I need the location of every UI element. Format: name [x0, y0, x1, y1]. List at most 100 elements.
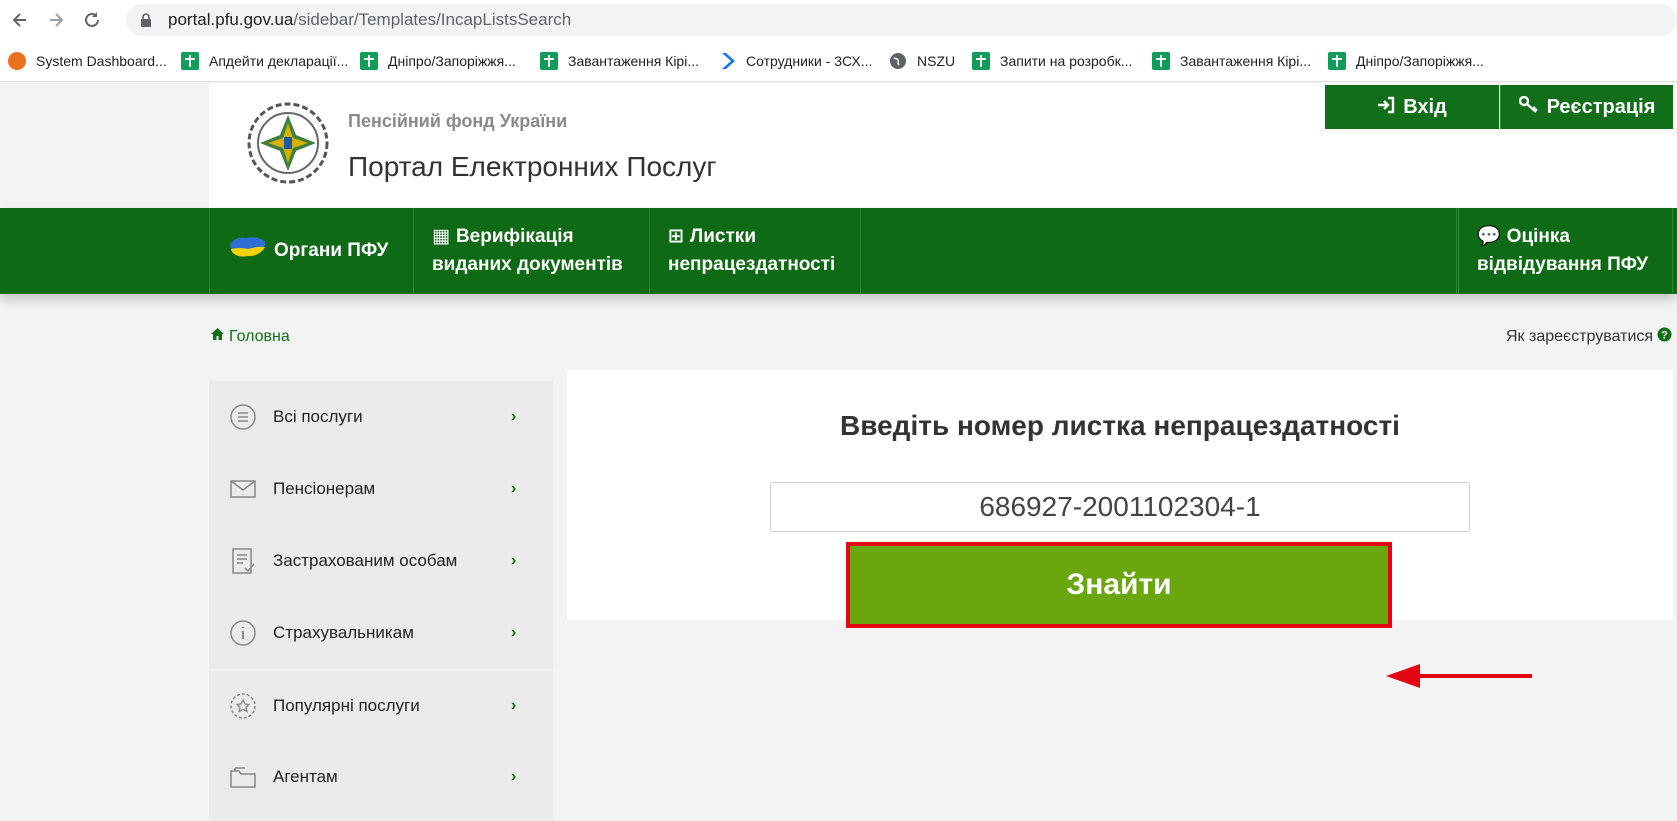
nav-label-line2: непрацездатності: [668, 254, 836, 275]
nav-label-line2: відвідування ПФУ: [1477, 254, 1649, 275]
how-register-label: Як зареєструватися: [1506, 328, 1654, 345]
bookmark-label: Завантаження Кірі...: [568, 53, 699, 69]
sheets-plus-icon: [1152, 52, 1170, 70]
sheets-plus-icon: [181, 52, 199, 70]
sidebar-item-label: Популярні послуги: [273, 696, 420, 715]
nav-label-line2: виданих документів: [432, 254, 623, 275]
bookmark-item[interactable]: Сотрудники - 3СХ...: [718, 50, 872, 72]
url-text: portal.pfu.gov.ua/sidebar/Templates/Inca…: [168, 10, 571, 30]
chevron-right-icon: ›: [511, 768, 517, 785]
reload-icon: [85, 12, 99, 27]
arrow-left-icon: [12, 13, 26, 27]
url-path: /sidebar/Templates/IncapListsSearch: [293, 10, 572, 29]
register-button[interactable]: Реєстрація: [1500, 85, 1673, 129]
bookmark-item[interactable]: NSZU: [889, 50, 955, 72]
find-button-label: Знайти: [1066, 568, 1172, 601]
forward-button[interactable]: [40, 4, 72, 36]
globe-icon: [889, 52, 907, 70]
sheets-plus-icon: [360, 52, 378, 70]
sheets-plus-icon: [1328, 52, 1346, 70]
annotation-arrow-icon: [1386, 664, 1532, 688]
sidebar-item-label: Страхувальникам: [273, 623, 414, 642]
main-nav: Органи ПФУ ▦ Верифікація виданих документ…: [0, 208, 1677, 294]
nav-label: Органи ПФУ: [274, 240, 389, 261]
bookmark-label: Дніпро/Запоріжжя...: [1356, 53, 1484, 69]
sidebar-item-all-services[interactable]: Всі послуги ›: [209, 381, 553, 453]
bookmark-item[interactable]: Завантаження Кірі...: [540, 50, 699, 72]
chevron-right-icon: ›: [511, 697, 517, 714]
nav-label-line1: Верифікація: [455, 226, 574, 247]
question-circle-icon: ?: [1657, 327, 1672, 347]
sidebar-item-label: Агентам: [273, 767, 338, 786]
nav-item-rating[interactable]: 💬 Оцінка відвідування ПФУ: [1458, 208, 1673, 294]
how-register-link[interactable]: Як зареєструватися ?: [1506, 327, 1672, 347]
find-button[interactable]: Знайти: [846, 542, 1392, 628]
bookmark-label: System Dashboard...: [36, 53, 167, 69]
bookmark-label: NSZU: [917, 53, 956, 69]
qrcode-icon: ▦: [432, 226, 450, 247]
sidebar-item-insured[interactable]: Застрахованим особам ›: [209, 525, 553, 597]
sidebar-item-pensioners[interactable]: Пенсіонерам ›: [209, 453, 553, 525]
chevron-right-icon: ›: [511, 480, 517, 497]
pfu-emblem-logo[interactable]: [246, 101, 330, 185]
sheets-plus-icon: [540, 52, 558, 70]
nav-item-organs[interactable]: Органи ПФУ: [209, 208, 413, 294]
sidebar-item-popular[interactable]: Популярні послуги ›: [209, 669, 553, 741]
bookmark-item[interactable]: System Dashboard...: [8, 50, 167, 72]
page: Пенсійний фонд України Портал Електронни…: [0, 83, 1677, 821]
browser-toolbar: portal.pfu.gov.ua/sidebar/Templates/Inca…: [0, 0, 1677, 40]
firefox-logo-icon: [8, 52, 26, 70]
back-button[interactable]: [4, 4, 36, 36]
sidebar-item-label: Застрахованим особам: [273, 551, 458, 570]
chevron-logo-icon: [718, 52, 736, 70]
sidebar-item-agents[interactable]: Агентам ›: [209, 741, 553, 813]
portal-name: Портал Електронних Послуг: [348, 151, 717, 182]
envelope-icon: [229, 475, 257, 503]
info-icon: [229, 619, 257, 647]
nav-label-line1: Оцінка: [1506, 226, 1570, 247]
bookmark-label: Завантаження Кірі...: [1180, 53, 1311, 69]
chevron-right-icon: ›: [511, 552, 517, 569]
sidebar-item-insurers[interactable]: Страхувальникам ›: [209, 597, 553, 669]
nav-item-verification[interactable]: ▦ Верифікація виданих документів: [413, 208, 649, 294]
search-title: Введіть номер листка непрацездатності: [840, 410, 1400, 441]
document-check-icon: [229, 547, 257, 575]
bookmark-item[interactable]: Апдейти декларації...: [181, 50, 348, 72]
chevron-right-icon: ›: [511, 408, 517, 425]
sign-in-icon: [1377, 96, 1395, 119]
home-icon: [210, 327, 225, 346]
ukraine-map-icon: [228, 234, 268, 269]
search-card: Введіть номер листка непрацездатності 68…: [567, 370, 1673, 628]
bookmark-item[interactable]: Дніпро/Запоріжжя...: [1328, 50, 1484, 72]
key-icon: [1518, 95, 1539, 119]
sidebar-item-label: Всі послуги: [273, 407, 363, 426]
nav-label-line1: Листки: [689, 226, 756, 247]
sheets-plus-icon: [972, 52, 990, 70]
login-button[interactable]: Вхід: [1325, 85, 1499, 129]
breadcrumb-home: Головна: [229, 327, 290, 345]
sidebar: Всі послуги › Пенсіонерам › Застраховани…: [209, 381, 553, 821]
bookmark-label: Дніпро/Запоріжжя...: [388, 53, 516, 69]
bookmark-item[interactable]: Запити на розробк...: [972, 50, 1132, 72]
svg-text:?: ?: [1661, 330, 1668, 342]
bookmark-item[interactable]: Завантаження Кірі...: [1152, 50, 1311, 72]
bookmarks-bar: System Dashboard... Апдейти декларації..…: [0, 40, 1677, 82]
breadcrumb[interactable]: Головна: [210, 327, 290, 346]
bookmark-label: Апдейти декларації...: [209, 53, 349, 69]
org-name: Пенсійний фонд України: [348, 111, 568, 131]
chevron-right-icon: ›: [511, 624, 517, 641]
list-icon: [229, 403, 257, 431]
bookmark-item[interactable]: Дніпро/Запоріжжя...: [360, 50, 516, 72]
nav-item-sick-leave[interactable]: ⊞ Листки непрацездатності: [649, 208, 860, 294]
folder-icon: [229, 763, 257, 791]
star-badge-icon: [229, 692, 257, 720]
address-bar[interactable]: portal.pfu.gov.ua/sidebar/Templates/Inca…: [126, 4, 1677, 36]
bookmark-label: Запити на розробк...: [1000, 53, 1133, 69]
login-label: Вхід: [1403, 95, 1447, 118]
url-host: portal.pfu.gov.ua: [168, 10, 294, 29]
reload-button[interactable]: [76, 4, 108, 36]
lock-icon: [140, 12, 154, 28]
medkit-icon: ⊞: [668, 226, 684, 247]
sick-leave-number-input[interactable]: 686927-2001102304-1: [770, 482, 1470, 532]
register-label: Реєстрація: [1546, 95, 1656, 118]
